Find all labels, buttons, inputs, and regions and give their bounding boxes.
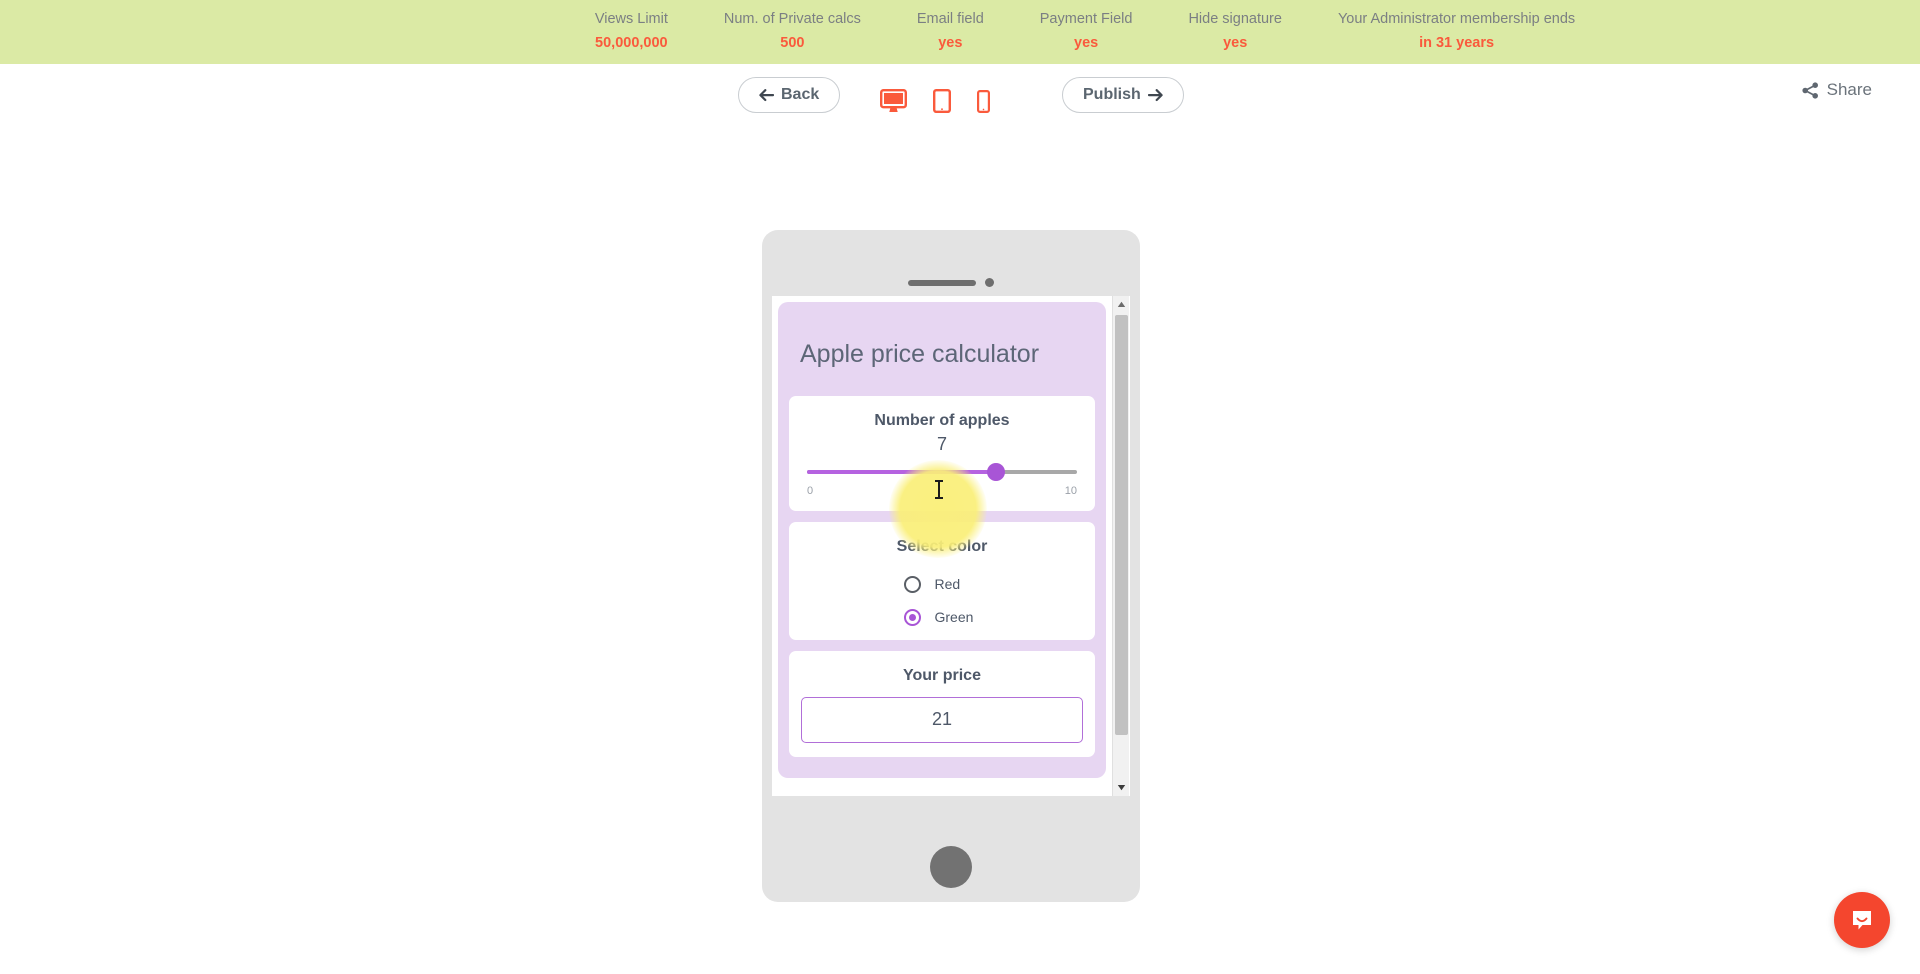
field-label: Select color [896,537,988,555]
front-camera-icon [985,278,994,287]
slider-min-label: 0 [807,484,814,497]
stat-label: Views Limit [594,11,668,28]
stat-label: Your Administrator membership ends [1337,11,1576,28]
chat-bubble-icon [1848,906,1876,934]
radio-option-red[interactable]: Red [801,575,1083,593]
stat-label: Payment Field [1039,11,1133,28]
share-label: Share [1826,80,1872,99]
preview-scrollbar[interactable] [1112,296,1129,796]
arrow-left-icon [759,88,775,102]
phone-speaker-group [908,278,994,287]
account-status-bar: Views Limit 50,000,000 Num. of Private c… [0,0,1920,64]
publish-button[interactable]: Publish [1062,77,1184,113]
share-icon [1802,81,1819,99]
back-button-label: Back [781,86,820,103]
slider-control[interactable] [807,462,1077,481]
field-your-price: Your price 21 [789,650,1095,757]
mobile-device-frame: Apple price calculator Number of apples … [762,230,1140,902]
field-number-of-apples: Number of apples 7 0 10 [789,395,1095,511]
stat-value: 500 [780,35,805,51]
stat-value: yes [938,35,963,51]
stat-label: Email field [916,11,984,28]
stat-value: yes [1223,35,1248,51]
slider-fill [807,469,996,474]
slider-max-label: 10 [1064,484,1077,497]
arrow-right-icon [1147,88,1163,102]
desktop-icon[interactable] [880,89,908,113]
slider-scale: 0 10 [807,485,1077,497]
stat-label: Num. of Private calcs [723,11,861,28]
slider-thumb[interactable] [987,462,1005,481]
editor-toolbar: Back Publish Share [0,64,1920,126]
radio-indicator[interactable] [903,608,921,626]
page-title: Apple price calculator [800,340,1040,368]
stat-views-limit: Views Limit 50,000,000 [567,10,696,53]
stat-value: in 31 years [1419,35,1495,51]
field-label: Number of apples [874,411,1010,429]
stat-value: 50,000,000 [595,35,668,51]
share-button[interactable]: Share [1802,80,1872,100]
back-button[interactable]: Back [738,77,841,113]
publish-button-label: Publish [1083,86,1141,103]
scroll-down-arrow-icon[interactable] [1113,779,1130,796]
device-preview-switcher [880,79,991,114]
radio-option-green[interactable]: Green [801,608,1083,626]
tablet-icon[interactable] [933,89,952,114]
price-output[interactable]: 21 [801,696,1083,743]
radio-option-label: Green [934,609,974,625]
stat-email-field: Email field yes [889,10,1012,53]
phone-home-button[interactable] [930,846,972,888]
preview-stage: Apple price calculator Number of apples … [0,126,1920,974]
stat-label: Hide signature [1188,11,1282,28]
mobile-icon[interactable] [977,90,991,113]
speaker-grille-icon [908,279,976,286]
stat-private-calcs: Num. of Private calcs 500 [696,10,889,53]
stat-value: yes [1074,35,1099,51]
stat-membership-ends: Your Administrator membership ends in 31… [1310,10,1603,53]
scroll-up-arrow-icon[interactable] [1113,296,1130,313]
stat-payment-field: Payment Field yes [1012,10,1161,53]
status-stats-group: Views Limit 50,000,000 Num. of Private c… [317,10,1603,53]
calculator-card: Apple price calculator Number of apples … [778,302,1106,778]
stat-hide-signature: Hide signature yes [1160,10,1310,53]
radio-indicator[interactable] [903,575,921,593]
field-label: Your price [903,666,981,684]
phone-screen: Apple price calculator Number of apples … [772,296,1130,796]
radio-option-label: Red [934,576,961,592]
scrollbar-thumb[interactable] [1115,315,1128,735]
field-select-color: Select color Red Green [789,521,1095,640]
chat-widget-button[interactable] [1834,892,1890,948]
slider-value: 7 [936,433,947,454]
calculator-app: Apple price calculator Number of apples … [772,296,1112,796]
